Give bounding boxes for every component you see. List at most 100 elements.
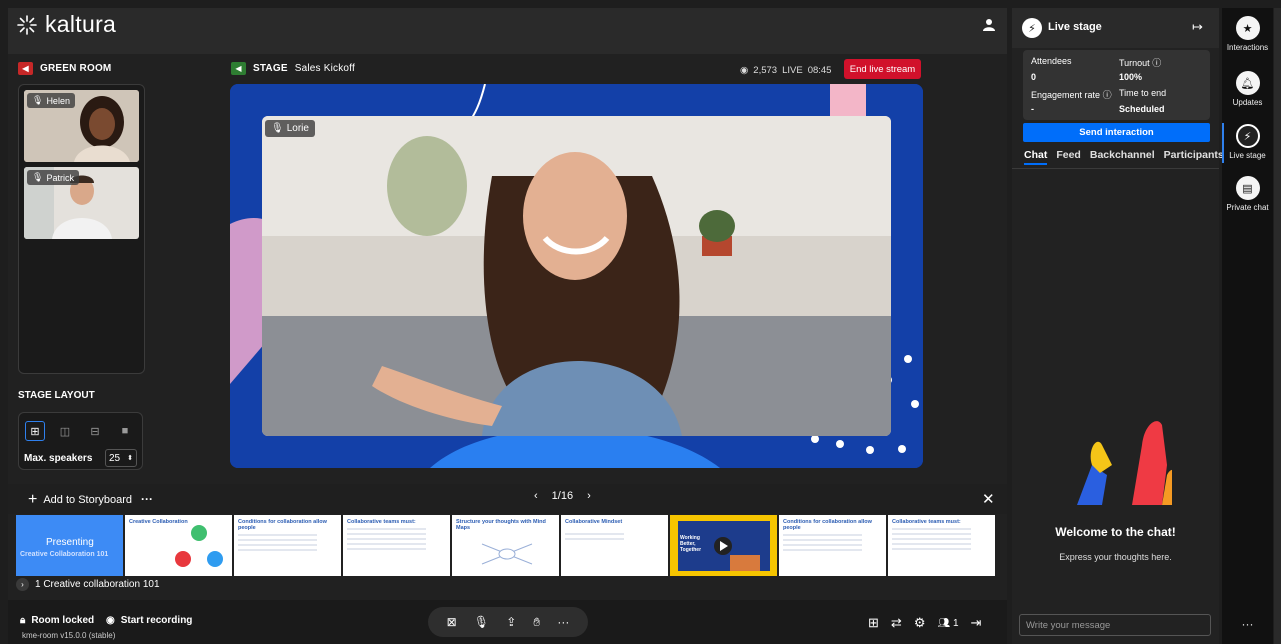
slide-subtitle: Creative Collaboration 101 — [20, 551, 109, 558]
time-to-end-value: Scheduled — [1119, 104, 1165, 114]
slide-pager: ‹ 1/16 › — [534, 490, 591, 502]
chat-welcome-title: Welcome to the chat! — [1055, 525, 1176, 539]
slide-thumbnail[interactable]: Working Better, Together — [670, 515, 777, 576]
lorie-video — [262, 116, 891, 436]
stepper-arrows-icon[interactable]: ⬍ — [127, 454, 133, 462]
tab-chat[interactable]: Chat — [1024, 149, 1048, 165]
turnout-value: 100% — [1119, 72, 1143, 82]
start-recording-button[interactable]: ◉ Start recording — [106, 615, 192, 626]
slide-thumbnail[interactable]: Collaborative teams must: — [343, 515, 450, 576]
tab-feed[interactable]: Feed — [1056, 149, 1081, 165]
stage-label: STAGE — [253, 63, 288, 74]
slide-thumbnail[interactable]: Conditions for collaboration allow peopl… — [779, 515, 886, 576]
rail-item-interactions[interactable]: ★ Interactions — [1222, 16, 1273, 52]
main-speaker-video[interactable]: 🎙︎ Lorie — [262, 116, 891, 436]
participant-name-tag: 🎙︎ Patrick — [27, 170, 79, 185]
rail-more-button[interactable]: ··· — [1222, 617, 1273, 631]
participants-count: 1 — [952, 617, 959, 629]
deck-row[interactable]: › 1 Creative collaboration 101 — [16, 578, 160, 591]
chevron-right-icon[interactable]: › — [16, 578, 29, 591]
slide-thumbnail[interactable]: Collaborative teams must: — [888, 515, 995, 576]
speaker-name-tag: 🎙︎ Lorie — [265, 120, 315, 137]
participant-tile-helen[interactable]: 🎙︎ Helen — [24, 90, 139, 162]
slide-thumbnail[interactable]: Presenting Creative Collaboration 101 — [16, 515, 123, 576]
collapse-panel-icon[interactable]: ↦ — [1192, 19, 1203, 35]
max-speakers-stepper[interactable]: 25 ⬍ — [105, 449, 137, 467]
engagement-value: - — [1031, 104, 1034, 114]
add-to-storyboard-button[interactable]: + Add to Storyboard — [28, 491, 132, 509]
brand-name: kaltura — [45, 11, 117, 37]
leave-room-icon[interactable]: ⇥ — [971, 615, 982, 631]
user-icon[interactable] — [982, 18, 996, 37]
app-root: kaltura ◀ GREEN ROOM ◀ STAGE Sales Kicko… — [0, 0, 1281, 644]
raise-hand-icon[interactable]: ✋︎ — [533, 615, 540, 630]
top-layout-icon[interactable]: ⊟ — [85, 421, 105, 441]
full-layout-icon[interactable]: ■ — [115, 421, 135, 441]
room-controls: ⊞ ⇄ ⚙ 👥︎ 1 ⇥ — [868, 615, 981, 631]
panel-tabs: Chat Feed Backchannel Participants — [1024, 149, 1224, 165]
stage-layout-title: STAGE LAYOUT — [18, 390, 95, 401]
viewer-count: 2,573 — [753, 65, 778, 76]
participant-tile-patrick[interactable]: 🎙︎ Patrick — [24, 167, 139, 239]
lightning-icon: ⚡︎ — [1235, 124, 1260, 148]
settings-gear-icon[interactable]: ⚙ — [914, 615, 926, 631]
slide-thumbnail[interactable]: Creative Collaboration — [125, 515, 232, 576]
rail-item-updates[interactable]: 🔔︎ Updates — [1222, 71, 1273, 107]
lightning-icon: ⚡︎ — [1022, 18, 1042, 38]
green-room-header: ◀ GREEN ROOM — [18, 62, 111, 75]
scrollbar[interactable] — [1274, 8, 1281, 644]
info-icon: ⓘ — [1102, 90, 1112, 100]
slide-thumbnail[interactable]: Structure your thoughts with Mind Maps — [452, 515, 559, 576]
tab-backchannel[interactable]: Backchannel — [1090, 149, 1155, 165]
tab-participants[interactable]: Participants — [1164, 149, 1224, 165]
slide-thumbnail[interactable]: Conditions for collaboration allow peopl… — [234, 515, 341, 576]
more-controls-icon[interactable]: ··· — [557, 615, 569, 629]
time-to-end-label: Time to end — [1119, 88, 1167, 98]
engagement-label: Engagement rate ⓘ — [1031, 90, 1112, 100]
tabs-divider — [1012, 168, 1219, 169]
max-speakers-label: Max. speakers — [24, 453, 93, 464]
grid-layout-icon[interactable]: ⊞ — [25, 421, 45, 441]
rail-label: Private chat — [1226, 203, 1269, 212]
prev-slide-icon[interactable]: ‹ — [534, 490, 538, 502]
start-recording-label: Start recording — [120, 615, 193, 626]
send-interaction-button[interactable]: Send interaction — [1023, 123, 1210, 142]
share-screen-icon[interactable]: ⇪ — [506, 615, 516, 629]
version-label: kme-room v15.0.0 (stable) — [22, 631, 116, 640]
participant-name: Helen — [46, 95, 70, 106]
attendees-label: Attendees — [1031, 56, 1072, 66]
mind-map-diagram — [481, 543, 533, 565]
max-speakers-value: 25 — [109, 452, 121, 464]
rail-item-private-chat[interactable]: ▤ Private chat — [1222, 176, 1273, 212]
slide-title: Structure your thoughts with Mind Maps — [456, 519, 546, 531]
add-to-storyboard-label: Add to Storyboard — [43, 494, 133, 506]
end-live-stream-button[interactable]: End live stream — [844, 59, 921, 79]
participants-icon[interactable]: 👥︎ 1 — [937, 618, 958, 629]
room-locked-label: Room locked — [31, 615, 95, 626]
speaker-on-icon: ◀ — [231, 62, 246, 75]
chat-message-input[interactable]: Write your message — [1019, 614, 1211, 636]
mic-off-icon[interactable]: 🎙︎ — [474, 615, 489, 629]
split-layout-icon[interactable]: ◫ — [55, 421, 75, 441]
mic-off-icon: 🎙︎ — [32, 95, 44, 105]
close-storyboard-icon[interactable]: ✕ — [982, 490, 995, 508]
slide-thumbnail[interactable]: Collaborative Mindset — [561, 515, 668, 576]
layout-grid-icon[interactable]: ⊞ — [868, 615, 879, 631]
slide-title: Collaborative teams must: — [892, 519, 961, 525]
slide-title: Conditions for collaboration allow peopl… — [783, 519, 872, 531]
slide-title: Conditions for collaboration allow peopl… — [238, 519, 327, 531]
stage-view: 🎙︎ Lorie — [230, 84, 923, 468]
rail-item-live-stage[interactable]: ⚡︎ Live stage — [1222, 124, 1273, 160]
room-locked-button[interactable]: 🔒︎ Room locked — [20, 615, 94, 626]
turnout-label: Turnout ⓘ — [1119, 58, 1162, 68]
media-controls: ⊠ 🎙︎ ⇪ ✋︎ ··· — [428, 607, 588, 637]
storyboard-more-button[interactable]: ··· — [141, 492, 153, 506]
next-slide-icon[interactable]: › — [587, 490, 591, 502]
kaltura-logo: kaltura — [16, 11, 116, 38]
raised-hands-illustration — [1077, 421, 1172, 505]
live-stage-header: ⚡︎ Live stage ↦ — [1012, 8, 1219, 48]
stage-header: ◀ STAGE Sales Kickoff — [231, 62, 355, 75]
live-stage-title: Live stage — [1048, 21, 1102, 33]
swap-view-icon[interactable]: ⇄ — [891, 615, 902, 631]
camera-off-icon[interactable]: ⊠ — [447, 615, 457, 629]
